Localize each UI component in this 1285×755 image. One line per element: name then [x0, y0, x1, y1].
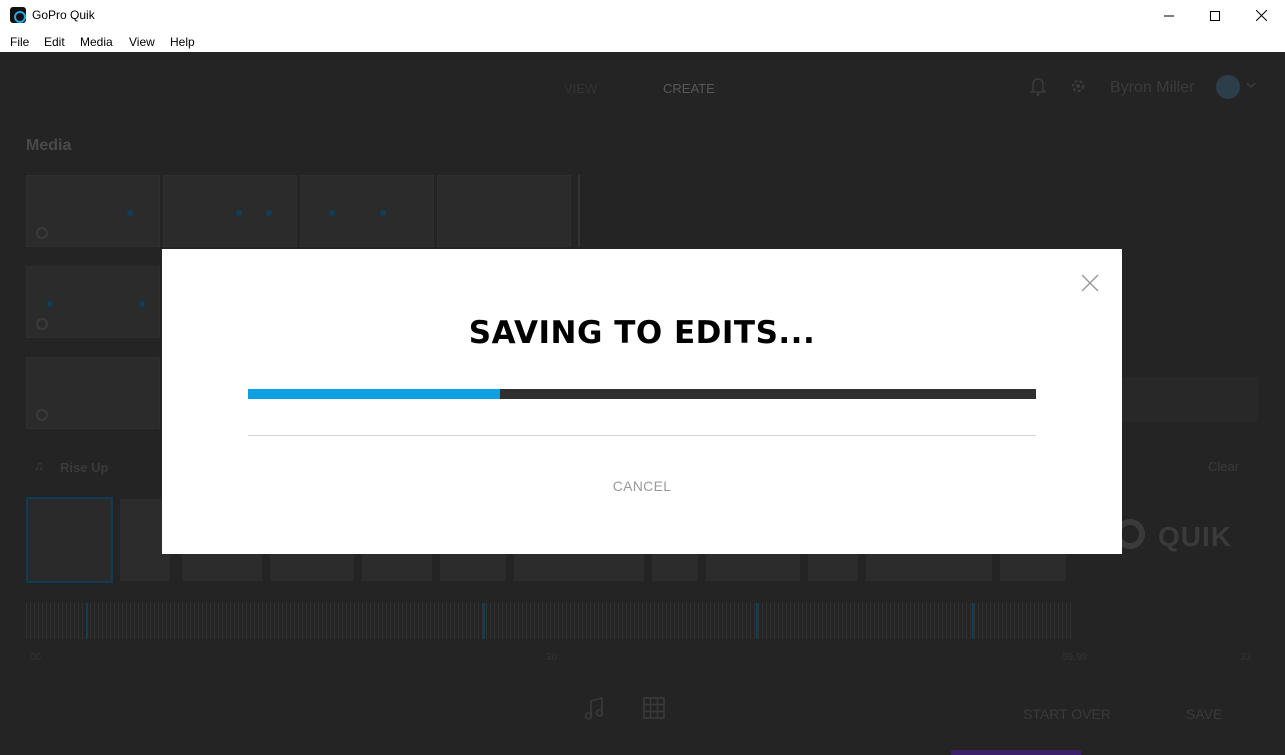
media-divider	[578, 175, 580, 247]
rotate-icon	[36, 227, 48, 239]
minimize-icon	[1164, 15, 1174, 16]
media-thumbnail[interactable]	[163, 175, 297, 247]
time-ruler: 00 30 59.98 33	[26, 652, 1256, 664]
avatar-icon[interactable]	[1216, 75, 1240, 99]
divider	[248, 435, 1036, 436]
music-note-icon: ♫	[34, 458, 44, 473]
menu-media[interactable]: Media	[80, 35, 113, 49]
save-button[interactable]: SAVE	[1186, 706, 1222, 722]
media-thumbnail[interactable]	[26, 357, 160, 429]
beat-marker	[483, 603, 485, 639]
clear-button[interactable]: Clear	[1208, 459, 1239, 474]
beat-marker	[756, 603, 758, 639]
media-thumbnail[interactable]	[26, 266, 160, 338]
preview-area	[1122, 377, 1258, 422]
cancel-button[interactable]: CANCEL	[592, 478, 692, 494]
ruler-mark: 59.98	[1062, 652, 1088, 663]
ruler-mark: 30	[546, 652, 558, 663]
tab-view[interactable]: VIEW	[564, 81, 597, 96]
close-icon	[1255, 10, 1267, 21]
title-bar: GoPro Quik	[0, 0, 1285, 31]
bell-icon[interactable]	[1029, 77, 1047, 97]
menu-help[interactable]: Help	[170, 35, 195, 49]
gear-icon[interactable]	[1069, 77, 1087, 95]
menu-view[interactable]: View	[129, 35, 155, 49]
rotate-icon	[36, 318, 48, 330]
progress-bar	[248, 389, 1036, 399]
maximize-icon	[1210, 10, 1220, 21]
chevron-down-icon[interactable]	[1246, 82, 1256, 89]
media-thumbnail[interactable]	[26, 175, 160, 247]
tab-create[interactable]: CREATE	[663, 81, 715, 96]
beat-marker	[972, 603, 974, 639]
menu-bar: File Edit Media View Help	[0, 31, 1285, 52]
ruler-mark: 33	[1240, 652, 1252, 663]
progress-fill	[248, 389, 501, 399]
music-icon[interactable]	[583, 697, 605, 721]
audio-waveform[interactable]	[26, 603, 1072, 639]
status-strip	[951, 750, 1081, 755]
grid-icon[interactable]	[643, 697, 665, 719]
menu-edit[interactable]: Edit	[44, 35, 65, 49]
media-thumbnail[interactable]	[300, 175, 434, 247]
timeline-clip-selected[interactable]	[26, 497, 113, 583]
maximize-button[interactable]	[1192, 0, 1238, 31]
menu-file[interactable]: File	[10, 35, 29, 49]
quik-logo-text: QUIK	[1158, 521, 1232, 552]
app-icon	[10, 7, 26, 23]
user-name[interactable]: Byron Miller	[1110, 79, 1194, 97]
rotate-icon	[36, 409, 48, 421]
minimize-button[interactable]	[1146, 0, 1192, 31]
dialog-title: SAVING TO EDITS...	[468, 315, 816, 351]
beat-marker	[86, 603, 88, 639]
start-over-button[interactable]: START OVER	[1023, 706, 1111, 722]
media-thumbnail[interactable]	[437, 175, 571, 247]
song-title[interactable]: Rise Up	[60, 460, 108, 475]
close-icon[interactable]	[1081, 274, 1099, 292]
window-title: GoPro Quik	[32, 8, 95, 22]
ruler-mark: 00	[30, 652, 42, 663]
saving-dialog: SAVING TO EDITS... CANCEL	[162, 249, 1122, 554]
media-heading: Media	[26, 137, 72, 154]
close-window-button[interactable]	[1238, 0, 1284, 31]
